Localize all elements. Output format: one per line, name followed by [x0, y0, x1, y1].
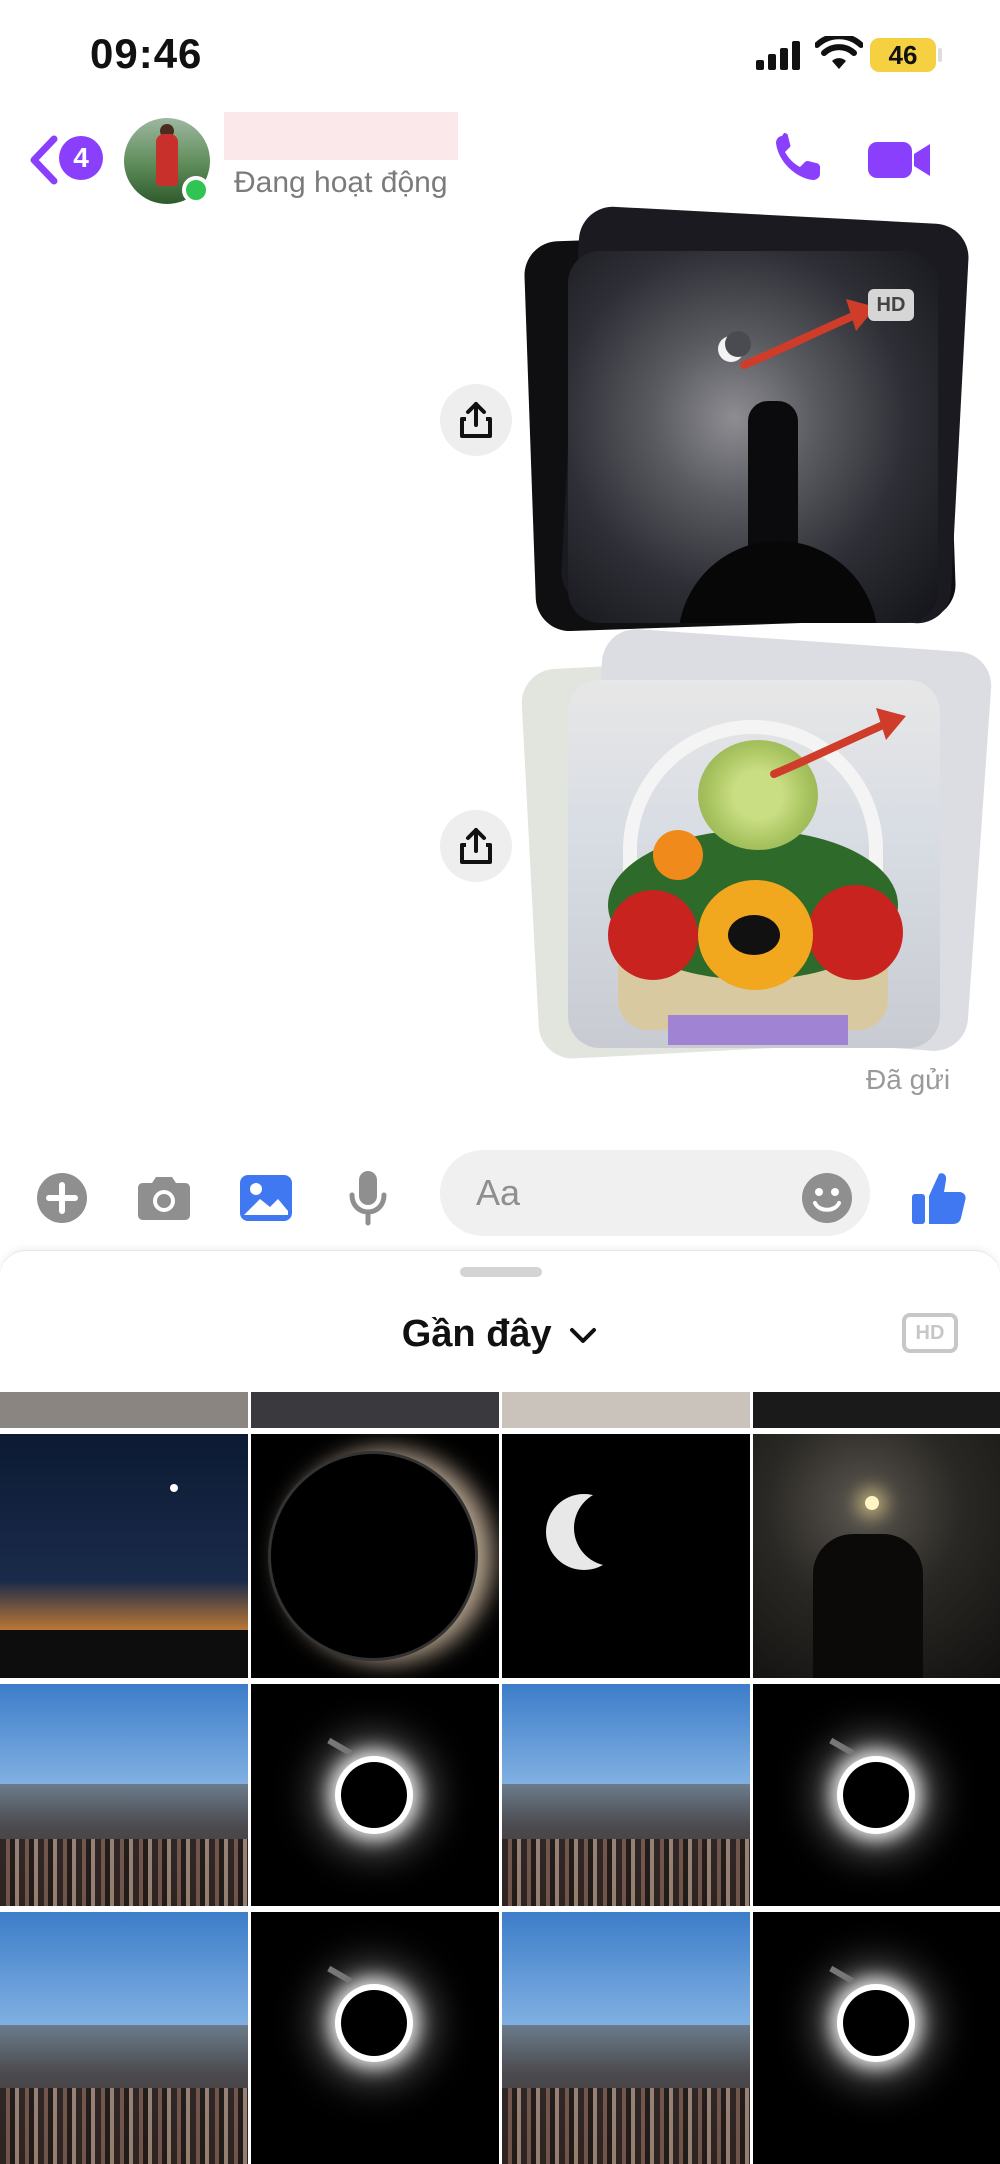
crowd [502, 2088, 750, 2164]
star [170, 1484, 178, 1492]
wifi-icon [815, 36, 863, 69]
apple-left [608, 890, 698, 980]
airplane-silhouette [829, 1965, 855, 1985]
like-button[interactable] [906, 1166, 972, 1230]
delivery-status: Đã gửi [866, 1064, 951, 1095]
gallery-button[interactable] [236, 1166, 296, 1230]
cellular-signal-icon [756, 41, 800, 70]
battery-cap [938, 48, 942, 62]
online-indicator [182, 176, 210, 204]
more-actions-button[interactable] [32, 1166, 92, 1230]
photo-thumbnail-eclipse-statue: HD [568, 251, 938, 623]
airplane-silhouette [829, 1737, 855, 1757]
album-selector[interactable]: Gần đây [0, 1313, 1000, 1356]
video-camera-icon [868, 142, 930, 178]
chevron-down-icon [570, 1327, 597, 1343]
melon-label [728, 915, 780, 955]
image-icon [240, 1175, 292, 1221]
total-eclipse [341, 1990, 407, 2056]
city-sky [502, 1684, 750, 1800]
share-button-2[interactable] [440, 810, 512, 882]
airplane-silhouette [327, 1965, 353, 1985]
orange [653, 830, 703, 880]
photo-cell[interactable] [753, 1912, 1000, 2164]
photo-cell[interactable] [753, 1684, 1000, 1906]
camera-icon [138, 1177, 190, 1220]
sun-flare [865, 1496, 879, 1510]
crowd [0, 1839, 248, 1906]
voice-call-button[interactable] [770, 130, 826, 186]
dome-silhouette [678, 541, 878, 623]
smiley-icon [802, 1173, 852, 1223]
avatar-figure [156, 134, 178, 186]
phone-icon [776, 133, 820, 180]
statue-silhouette [813, 1534, 923, 1678]
photo-cell[interactable] [251, 1912, 499, 2164]
photo-thumbnail-fruit-basket [568, 680, 940, 1048]
message-composer: Aa [0, 1150, 1000, 1250]
city-sky [502, 1912, 750, 2044]
sheet-grabber[interactable] [460, 1267, 542, 1277]
status-time: 09:46 [90, 30, 203, 77]
back-button[interactable]: 4 [26, 130, 106, 190]
crescent-moon-mask [574, 1490, 650, 1566]
airplane-silhouette [327, 1737, 353, 1757]
share-icon [460, 402, 492, 438]
share-icon [460, 828, 492, 864]
photo-cell[interactable] [753, 1392, 1000, 1428]
photo-cell[interactable] [251, 1684, 499, 1906]
hd-toggle[interactable]: HD [902, 1313, 958, 1353]
arrow-annotation [740, 299, 876, 369]
battery-indicator: 46 [870, 38, 936, 72]
video-call-button[interactable] [866, 138, 932, 182]
photo-cell[interactable] [0, 1684, 248, 1906]
photo-cell[interactable] [502, 1684, 750, 1906]
statue-silhouette [748, 401, 798, 561]
status-bar: 09:46 46 [0, 0, 1000, 110]
contact-name-redacted[interactable] [224, 112, 458, 160]
photo-cell[interactable] [0, 1434, 248, 1678]
message-input-placeholder: Aa [476, 1172, 521, 1213]
photo-message-1[interactable]: HD [523, 205, 971, 633]
photo-cell[interactable] [502, 1912, 750, 2164]
photo-grid [0, 1392, 1000, 2164]
emoji-button[interactable] [798, 1166, 856, 1230]
microphone-icon [349, 1171, 387, 1226]
city-sky [0, 1912, 248, 2044]
hd-badge: HD [868, 289, 914, 321]
photo-cell[interactable] [502, 1434, 750, 1678]
apple-right [808, 885, 903, 980]
album-title: Gần đây [401, 1313, 552, 1355]
photo-message-2[interactable] [520, 626, 994, 1061]
active-status: Đang hoạt động [234, 166, 448, 199]
ribbon [668, 1015, 848, 1045]
share-button-1[interactable] [440, 384, 512, 456]
arrow-annotation [770, 708, 906, 778]
crowd-silhouette [0, 1630, 248, 1678]
total-eclipse [843, 1762, 909, 1828]
thumbs-up-icon [912, 1173, 966, 1224]
plus-circle-icon [37, 1173, 87, 1223]
photo-cell[interactable] [0, 1912, 248, 2164]
chevron-left-icon [30, 135, 58, 185]
total-eclipse [341, 1762, 407, 1828]
city-sky [0, 1684, 248, 1800]
photo-cell[interactable] [502, 1392, 750, 1428]
crowd [502, 1839, 750, 1906]
crowd [0, 2088, 248, 2164]
photo-cell[interactable] [251, 1392, 499, 1428]
camera-button[interactable] [130, 1166, 198, 1230]
eclipse-diamond-ring [271, 1454, 475, 1658]
photo-cell[interactable] [0, 1392, 248, 1428]
voice-message-button[interactable] [346, 1166, 390, 1230]
total-eclipse [843, 1990, 909, 2056]
unread-count-badge: 4 [59, 136, 103, 180]
photo-cell[interactable] [753, 1434, 1000, 1678]
photo-cell[interactable] [251, 1434, 499, 1678]
chat-header: 4 Đang hoạt động [0, 110, 1000, 210]
